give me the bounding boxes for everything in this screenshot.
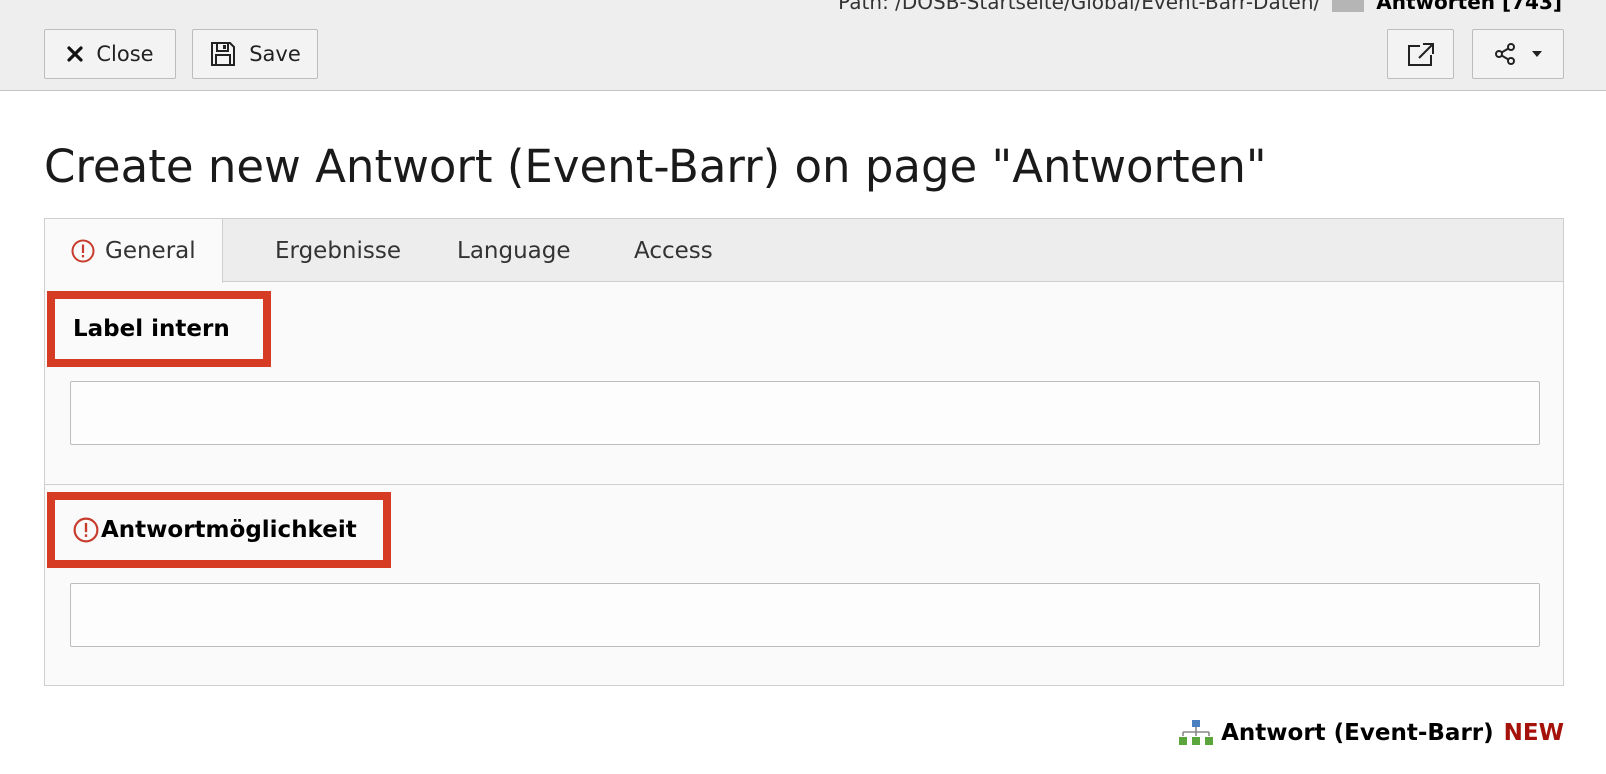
field-label-antwortmoeglichkeit: Antwortmöglichkeit (47, 492, 391, 568)
record-info-footer: Antwort (Event-Barr) NEW (1179, 720, 1564, 746)
tab-ergebnisse[interactable]: Ergebnisse (257, 219, 419, 282)
path-page-title: Antworten [743] (1376, 0, 1562, 14)
exclamation-circle-icon (71, 239, 95, 263)
caret-down-icon (1531, 50, 1543, 58)
open-new-window-button[interactable] (1387, 29, 1454, 79)
save-button[interactable]: Save (192, 29, 318, 79)
record-type-label: Antwort (Event-Barr) (1221, 720, 1494, 746)
field-label-antwortmoeglichkeit-text: Antwortmöglichkeit (101, 517, 357, 543)
tab-access[interactable]: Access (616, 219, 731, 282)
antwortmoeglichkeit-input[interactable] (70, 583, 1540, 647)
open-new-window-icon (1407, 41, 1435, 67)
breadcrumb-path: Path: /DOSB-Startseite/Global/Event-Barr… (838, 0, 1562, 14)
close-button-label: Close (96, 42, 154, 66)
tab-language-label: Language (457, 237, 571, 264)
tab-ergebnisse-label: Ergebnisse (275, 237, 402, 264)
field-divider (45, 484, 1563, 485)
tab-general-label: General (105, 238, 196, 264)
exclamation-circle-icon (73, 517, 99, 543)
share-dropdown-button[interactable] (1472, 29, 1564, 79)
page-icon (1332, 0, 1365, 12)
path-prefix: Path: /DOSB-Startseite/Global/Event-Barr… (838, 0, 1321, 14)
page-title: Create new Antwort (Event-Barr) on page … (44, 140, 1267, 193)
field-label-intern: Label intern (47, 291, 271, 367)
share-icon (1493, 42, 1517, 66)
save-icon (209, 40, 237, 68)
close-button[interactable]: Close (44, 29, 176, 79)
tab-language[interactable]: Language (439, 219, 589, 282)
tab-access-label: Access (634, 237, 713, 264)
record-edit-form: General Ergebnisse Language Access Label… (44, 218, 1564, 686)
record-tree-icon (1179, 720, 1214, 746)
tab-general[interactable]: General (45, 219, 223, 283)
label-intern-input[interactable] (70, 381, 1540, 445)
close-icon (66, 45, 84, 63)
document-header-toolbar: Path: /DOSB-Startseite/Global/Event-Barr… (0, 0, 1606, 91)
save-button-label: Save (249, 42, 301, 66)
tab-bar: General Ergebnisse Language Access (45, 219, 1563, 283)
new-status-badge: NEW (1503, 720, 1564, 746)
field-label-intern-text: Label intern (73, 316, 230, 342)
